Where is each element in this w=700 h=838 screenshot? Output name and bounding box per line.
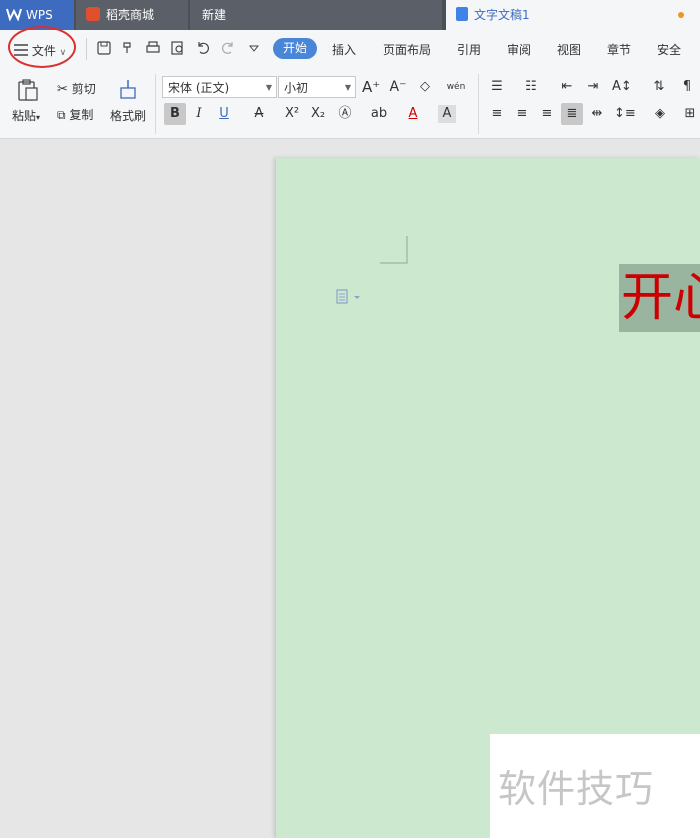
divider [155,74,156,134]
menu-references[interactable]: 引用 [457,41,481,58]
annotation-circle [8,26,76,68]
bullet-list-icon[interactable]: ☰ [488,78,506,96]
paste-button[interactable]: 粘贴▾ [12,107,40,124]
decrease-indent-icon[interactable]: ⇤ [558,78,576,96]
tab-document[interactable]: 文字文稿1 [446,0,700,30]
menu-chapter[interactable]: 章节 [607,41,631,58]
cut-button[interactable]: ✂ 剪切 [57,80,96,97]
menu-security[interactable]: 安全 [657,41,681,58]
docer-flame-icon [86,7,100,21]
paste-icon[interactable] [16,78,40,102]
text-effect-icon[interactable]: Ⓐ [336,105,354,123]
chevron-down-icon: ▼ [344,83,351,92]
increase-indent-icon[interactable]: ⇥ [584,78,602,96]
char-shading-icon[interactable]: A [438,105,456,123]
copy-icon: ⧉ [57,108,66,122]
shrink-font-icon[interactable]: A⁻ [389,78,407,96]
wps-logo-icon [6,8,22,21]
align-left-icon[interactable]: ≡ [488,105,506,123]
menu-insert[interactable]: 插入 [332,41,356,58]
format-painter-button[interactable]: 格式刷 [110,107,146,124]
superscript-icon[interactable]: X² [283,105,301,123]
copy-button[interactable]: ⧉ 复制 [57,106,93,123]
tab-new[interactable]: 新建 [190,0,442,30]
tab-docer-store[interactable]: 稻壳商城 [76,0,188,30]
format-painter-quick-icon[interactable] [120,40,136,56]
document-text[interactable]: 开心 [621,264,700,332]
menu-view[interactable]: 视图 [557,41,581,58]
font-size-value: 小初 [284,81,309,95]
font-size-select[interactable]: 小初 ▼ [278,76,356,98]
menu-start[interactable]: 开始 [273,38,317,59]
phonetic-guide-button[interactable]: wén [443,78,469,96]
highlight-color-icon[interactable]: ab [370,105,388,123]
paste-label: 粘贴 [12,109,37,123]
paragraph-layout-icon[interactable] [336,289,362,305]
bold-button[interactable]: B [164,103,186,125]
tab-bar: WPS 稻壳商城 新建 文字文稿1 [0,0,700,30]
italic-button[interactable]: I [190,105,208,123]
numbered-list-icon[interactable]: ☷ [522,78,540,96]
line-spacing-icon[interactable]: ↕≡ [614,105,636,123]
text-direction-icon[interactable]: A↕ [612,78,632,96]
tab-document-label: 文字文稿1 [474,8,530,22]
shading-icon[interactable]: ◈ [651,105,669,123]
redo-icon[interactable] [220,40,236,56]
divider [86,38,87,60]
sort-icon[interactable]: ⇅ [650,78,668,96]
customize-dropdown-icon[interactable] [246,40,262,56]
format-painter-icon[interactable] [117,78,139,102]
distributed-icon[interactable]: ⇹ [588,105,606,123]
unsaved-dot-icon [678,12,684,18]
subscript-icon[interactable]: X₂ [309,105,327,123]
tab-new-label: 新建 [202,8,227,22]
font-name-select[interactable]: 宋体 (正文) ▼ [162,76,277,98]
divider [478,74,479,134]
align-center-icon[interactable]: ≡ [513,105,531,123]
font-name-value: 宋体 (正文) [168,81,230,95]
print-preview-icon[interactable] [170,40,186,56]
tab-wps-label: WPS [26,8,53,22]
menu-page-layout[interactable]: 页面布局 [383,41,431,58]
menu-review[interactable]: 审阅 [507,41,531,58]
underline-button[interactable]: U [215,105,233,123]
undo-icon[interactable] [195,40,211,56]
menu-bar: 文件 ∨ 开始 插入 页面布局 引用 审阅 视图 章节 安全 [0,30,700,68]
phonetic-guide-label: wén [446,82,466,92]
print-icon[interactable] [145,40,161,56]
border-icon[interactable]: ⊞ [681,105,699,123]
ribbon-toolbar: 粘贴▾ ✂ 剪切 ⧉ 复制 格式刷 宋体 (正文) ▼ 小初 ▼ A⁺ A⁻ ◇ w… [0,68,700,139]
tab-store-label: 稻壳商城 [106,8,155,22]
cut-label: 剪切 [71,82,96,96]
margin-corner-mark [380,236,408,264]
show-marks-icon[interactable]: ¶ [678,78,696,96]
font-color-icon[interactable]: A [404,105,422,123]
clear-format-icon[interactable]: ◇ [416,78,434,96]
chevron-down-icon: ▼ [265,83,272,92]
save-icon[interactable] [96,40,112,56]
watermark-text: 软件技巧 [498,767,655,811]
strikethrough-icon[interactable]: A [250,105,268,123]
grow-font-icon[interactable]: A⁺ [362,78,380,96]
writer-doc-icon [456,7,468,21]
copy-label: 复制 [69,108,94,122]
justify-icon[interactable]: ≣ [561,103,583,125]
scissors-icon: ✂ [57,82,68,97]
align-right-icon[interactable]: ≡ [538,105,556,123]
